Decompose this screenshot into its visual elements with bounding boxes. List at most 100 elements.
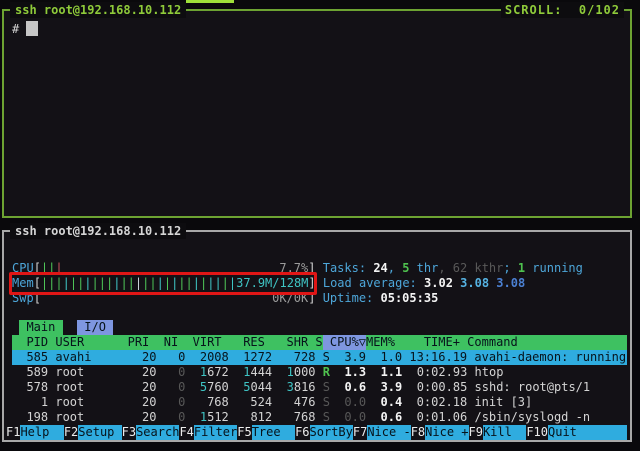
text-segment: ] [308,276,315,291]
fkey-f7[interactable]: F7 [353,425,367,440]
terminal-pane-bottom[interactable]: ssh root@192.168.10.112 CPU[||| 7.7%] Ta… [2,230,632,442]
text-segment [453,276,460,291]
pane-title-bottom: ssh root@192.168.10.112 [10,223,186,239]
text-segment: 5 [243,380,250,395]
scroll-label: SCROLL: [505,3,563,17]
text-segment: 672 [207,365,229,380]
text-segment [185,365,199,380]
text-segment: 0 [157,410,186,425]
text-segment [366,380,373,395]
text-segment: Mem [12,276,34,291]
tab-io[interactable]: I/O [77,320,113,335]
text-segment: | [55,261,62,276]
text-segment: , [388,261,402,276]
text-segment [315,291,322,306]
text-segment: running [525,261,583,276]
text-segment: sshd: root@pts/1 [467,380,590,395]
selected-process[interactable]: 585 avahi 20 0 2008 1272 728 S 3.9 1.0 1… [12,350,626,365]
text-segment: 578 root 20 [12,380,157,395]
sort-column-cpu[interactable]: CPU%▽ [323,335,366,350]
fkey-action-nice-plus[interactable]: Nice + [425,425,468,440]
text-segment [316,276,323,291]
text-segment: 1 root 20 [12,395,157,410]
text-segment: 3.02 [424,276,453,291]
fkey-bar-filler [591,425,627,440]
text-segment: | [84,276,91,291]
text-segment: 3 [287,380,294,395]
text-segment [229,365,243,380]
tab-main[interactable]: Main [19,320,62,335]
fkey-action-help[interactable]: Help [20,425,63,440]
swap-meter-line: Swp[ 0K/0K] Uptime: 05:05:35 [12,291,627,306]
text-segment: || [142,276,156,291]
text-segment: 000 [294,365,316,380]
fkey-f5[interactable]: F5 [237,425,251,440]
fkey-f4[interactable]: F4 [179,425,193,440]
fkey-f8[interactable]: F8 [411,425,425,440]
fkey-f2[interactable]: F2 [64,425,78,440]
text-segment: | [171,276,178,291]
process-row-1: 1 root 20 0 768 524 476 S 0.0 0.4 0:02.1… [12,395,627,410]
fkey-f1[interactable]: F1 [6,425,20,440]
text-segment: thr [409,261,438,276]
scroll-value: 0/102 [579,3,620,17]
text-segment: 1.3 [330,365,366,380]
text-segment: 0K/0K [272,291,308,306]
htop-tab-bar: Main I/O [12,320,627,335]
text-segment: Swp [12,291,34,306]
text-segment: 0 [157,365,186,380]
text-segment: | [229,276,236,291]
text-segment [185,410,199,425]
fkey-action-search[interactable]: Search [136,425,179,440]
text-segment: || [41,261,55,276]
fkey-action-tree[interactable]: Tree [252,425,295,440]
text-segment [63,261,280,276]
text-segment: 0.6 [330,380,366,395]
text-segment [489,276,496,291]
process-row-585: 585 avahi 20 0 2008 1272 728 S 3.9 1.0 1… [12,350,627,365]
text-segment: 0.0 [330,395,366,410]
fkey-f9[interactable]: F9 [469,425,483,440]
fkey-action-sortby[interactable]: SortBy [310,425,353,440]
fkey-action-quit[interactable]: Quit [548,425,591,440]
memory-meter-line: Mem[|||||||||||||||||||||||||||37.9M/128… [12,276,627,291]
process-row-578: 578 root 20 0 5760 5044 3816 S 0.6 3.9 0… [12,380,627,395]
column-headers[interactable]: PID USER PRI NI VIRT RES SHR S [12,335,323,350]
text-segment [316,261,323,276]
fkey-action-setup[interactable]: Setup [78,425,121,440]
text-segment: ||| [41,276,63,291]
text-segment: 3.08 [460,276,489,291]
text-segment [41,291,272,306]
process-table-header: PID USER PRI NI VIRT RES SHR S CPU%▽MEM%… [12,335,627,350]
column-headers[interactable]: MEM% TIME+ Command [366,335,518,350]
text-segment: 24 [373,261,387,276]
text-segment: init [3] [467,395,532,410]
process-row-198: 198 root 20 0 1512 812 768 S 0.0 0.6 0:0… [12,410,627,425]
text-segment: 3.9 [373,380,402,395]
text-segment: R [323,365,330,380]
text-segment: 0.0 [330,410,366,425]
fkey-action-nice-minus[interactable]: Nice - [367,425,410,440]
text-segment: | [193,276,200,291]
top-edge-green-segment [186,0,234,3]
pane-title-top: ssh root@192.168.10.112 [10,2,186,18]
fkey-f10[interactable]: F10 [526,425,548,440]
text-segment: 0.4 [373,395,402,410]
fkey-action-filter[interactable]: Filter [194,425,237,440]
text-segment: 0:02.93 [410,365,468,380]
text-segment [366,395,373,410]
text-segment: 0:01.06 [409,410,467,425]
text-segment: 1 [243,365,250,380]
fkey-f3[interactable]: F3 [122,425,136,440]
text-segment: 1 [518,261,525,276]
scroll-indicator: SCROLL: 0/102 [501,2,624,18]
text-segment: [ [34,291,41,306]
text-segment: 1 [200,365,207,380]
text-segment [272,365,286,380]
cpu-meter-line: CPU[||| 7.7%] Tasks: 24, 5 thr, 62 kthr;… [12,261,627,276]
fkey-action-kill[interactable]: Kill [483,425,526,440]
terminal-pane-top[interactable]: ssh root@192.168.10.112 SCROLL: 0/102 # [2,9,632,218]
text-segment: 0 [157,395,186,410]
text-segment: [ [34,261,41,276]
fkey-f6[interactable]: F6 [295,425,309,440]
